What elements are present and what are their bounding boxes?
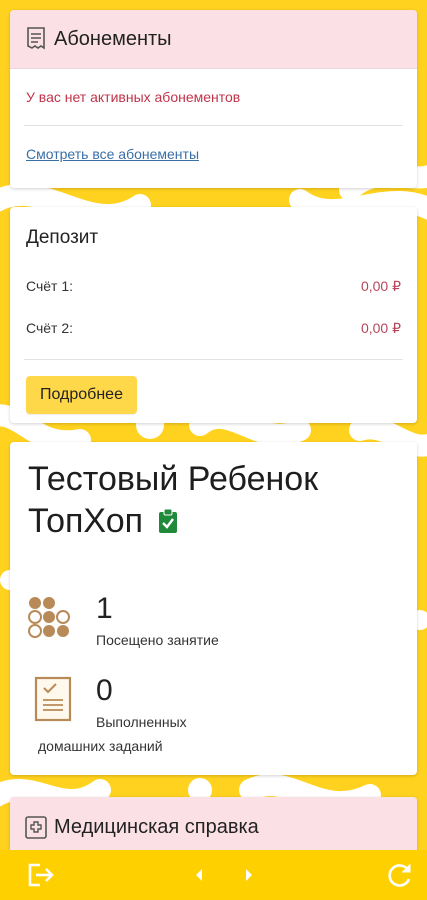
child-profile-card: Тестовый Ребенок ТопХоп 1 Посещено занят… <box>10 442 417 775</box>
homework-label-line1: Выполненных <box>96 714 187 730</box>
medical-title: Медицинская справка <box>54 815 259 838</box>
arrow-right-icon[interactable] <box>242 866 256 884</box>
account-balance: 0,00 ₽ <box>360 277 401 294</box>
attendance-stat: 1 Посещено занятие <box>26 592 219 648</box>
account-balance: 0,00 ₽ <box>360 319 401 336</box>
deposit-account-row: Счёт 2: 0,00 ₽ <box>10 307 417 349</box>
account-label: Счёт 2: <box>26 320 74 336</box>
subscriptions-header: Абонементы <box>10 10 417 69</box>
dots-grid-icon <box>26 594 76 644</box>
homework-label-line2: домашних заданий <box>38 738 163 754</box>
no-subscriptions-message: У вас нет активных абонементов <box>26 89 241 105</box>
refresh-icon[interactable] <box>386 862 414 888</box>
attendance-count: 1 <box>96 592 113 625</box>
medical-cross-icon <box>24 814 48 840</box>
logout-icon[interactable] <box>26 862 56 888</box>
view-all-subscriptions-link[interactable]: Смотреть все абонементы <box>26 146 199 162</box>
subscriptions-card: Абонементы У вас нет активных абонементо… <box>10 10 417 188</box>
subscriptions-title: Абонементы <box>54 27 172 50</box>
medical-certificate-card[interactable]: Медицинская справка <box>10 797 417 857</box>
account-label: Счёт 1: <box>26 278 74 294</box>
deposit-card: Депозит Счёт 1: 0,00 ₽ Счёт 2: 0,00 ₽ По… <box>10 207 417 423</box>
deposit-account-row: Счёт 1: 0,00 ₽ <box>10 265 417 307</box>
deposit-title: Депозит <box>26 227 99 248</box>
bottom-navigation-bar <box>0 850 427 900</box>
child-name-first-line: Тестовый Ребенок <box>28 460 319 498</box>
homework-document-icon <box>34 676 74 722</box>
arrow-left-icon[interactable] <box>192 866 206 884</box>
deposit-details-button[interactable]: Подробнее <box>26 376 137 414</box>
clipboard-check-icon <box>157 508 179 534</box>
child-name-second-line: ТопХоп <box>28 502 144 540</box>
homework-count: 0 <box>96 674 113 707</box>
homework-stat: 0 Выполненных домашних заданий <box>26 674 406 764</box>
receipt-icon <box>24 26 48 52</box>
attendance-label: Посещено занятие <box>96 632 219 648</box>
medical-header: Медицинская справка <box>10 797 417 857</box>
